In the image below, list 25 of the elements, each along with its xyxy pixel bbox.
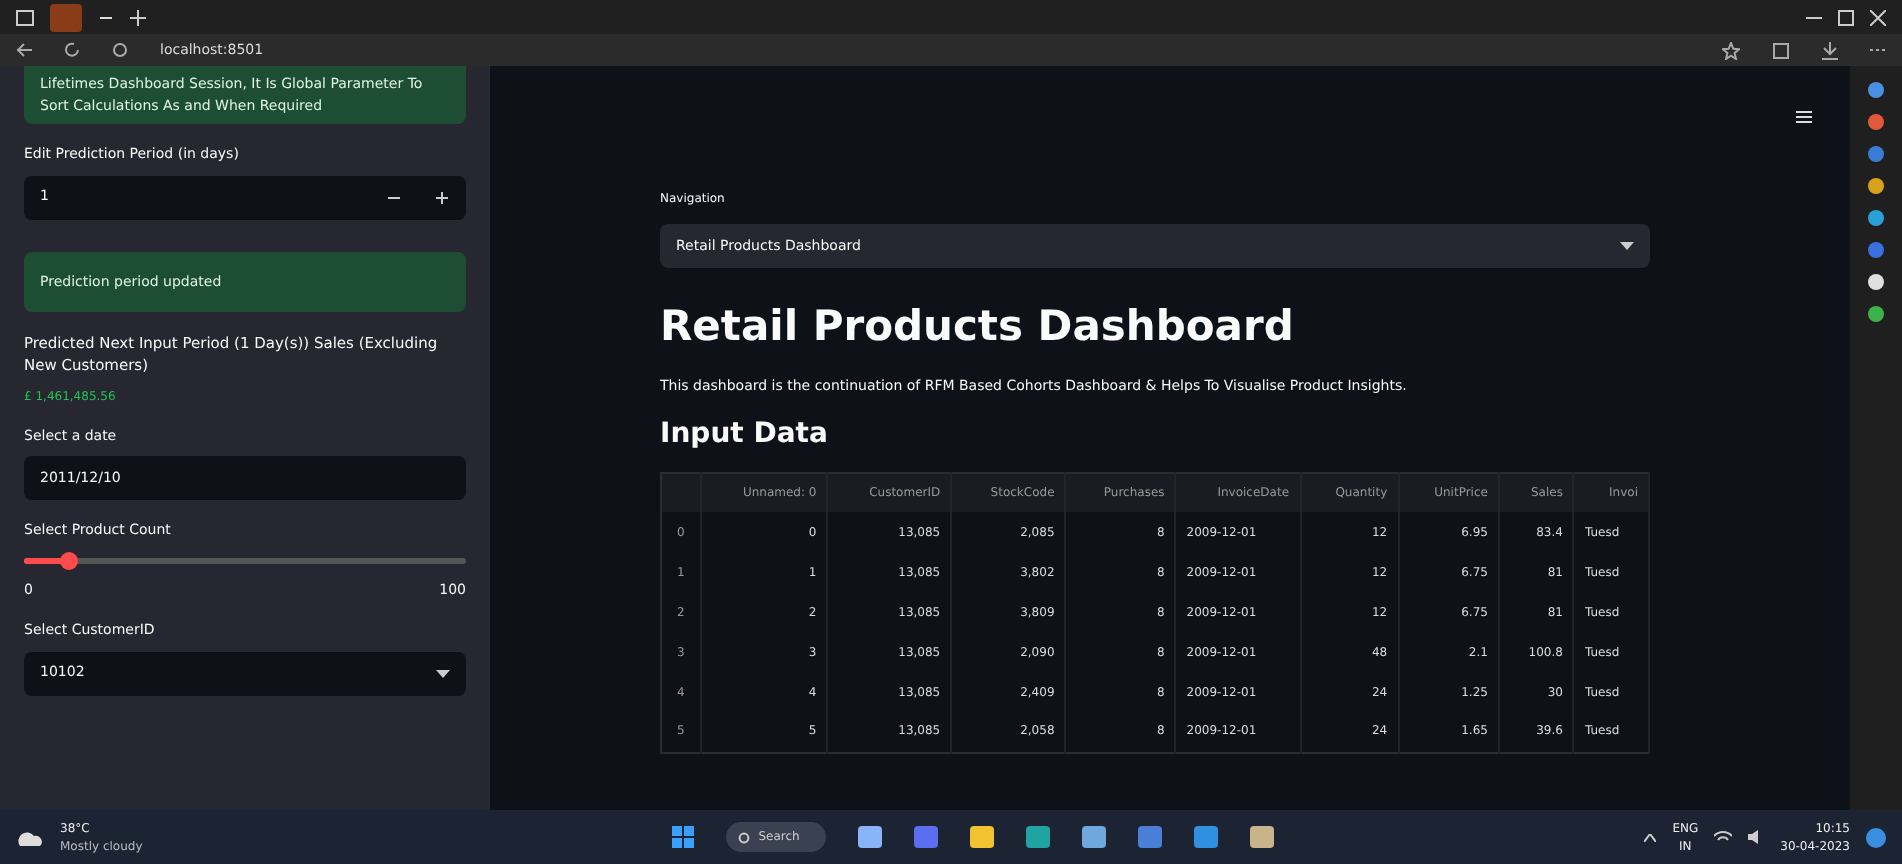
app-icon[interactable] [970, 826, 995, 848]
tab-actions-icon[interactable] [16, 9, 34, 25]
slider-handle[interactable] [60, 551, 79, 569]
wifi-icon[interactable] [1714, 830, 1733, 844]
back-icon[interactable] [16, 42, 32, 58]
app-icon[interactable] [1026, 826, 1051, 848]
caret-icon [1620, 242, 1634, 250]
star-icon[interactable] [1722, 41, 1740, 59]
app-icon[interactable] [1082, 826, 1107, 848]
notification-icon[interactable] [1866, 827, 1886, 847]
section-heading: Input Data [660, 415, 830, 454]
caret-icon[interactable] [1644, 833, 1657, 841]
plus-icon[interactable] [434, 189, 450, 205]
app-icon[interactable] [858, 826, 883, 848]
new-tab-icon[interactable] [130, 9, 146, 25]
refresh-icon[interactable] [64, 42, 80, 58]
caret-icon [436, 669, 450, 677]
app-icon[interactable] [1250, 826, 1275, 848]
menu-icon[interactable] [1870, 46, 1886, 54]
maximize-icon[interactable] [1838, 9, 1854, 25]
page-title: Retail Products Dashboard [660, 300, 1296, 354]
download-icon[interactable] [1822, 41, 1838, 59]
start-icon[interactable] [672, 826, 695, 848]
weather-icon[interactable] [16, 827, 44, 847]
search-icon [738, 831, 751, 843]
